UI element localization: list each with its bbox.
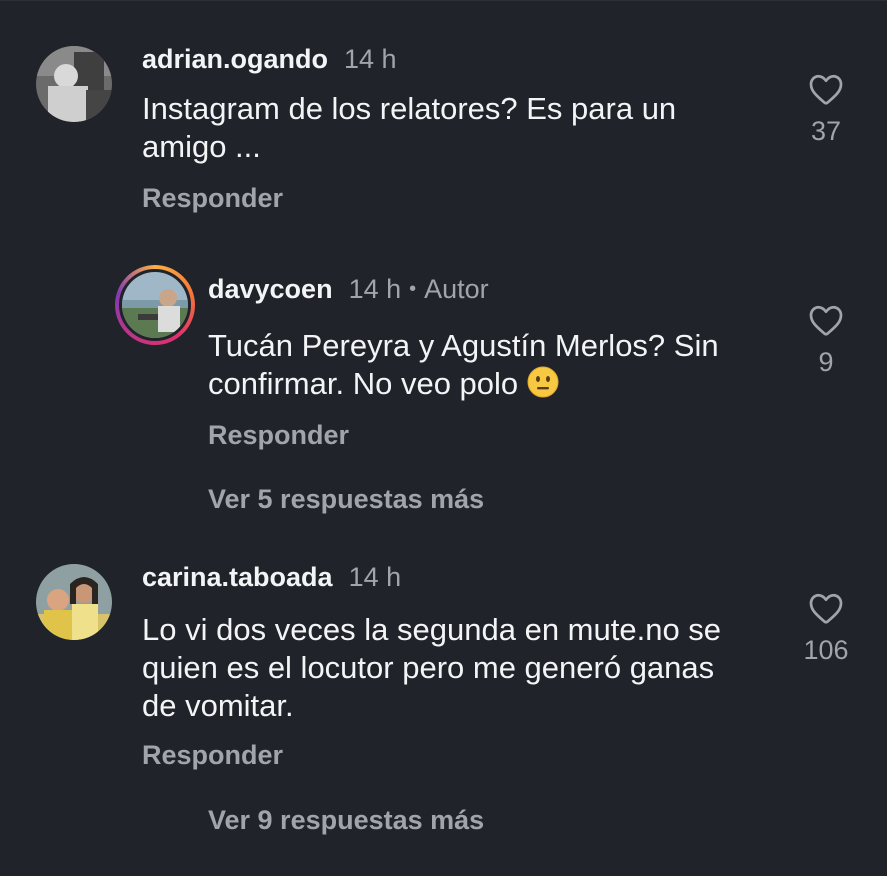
like-button[interactable]: 37	[786, 72, 866, 147]
avatar-story-ring[interactable]	[115, 265, 195, 345]
timestamp: 14 h	[344, 44, 397, 74]
separator-dot: •	[409, 278, 417, 300]
username[interactable]: carina.taboada	[142, 562, 333, 592]
like-button[interactable]: 9	[786, 303, 866, 378]
comment-text-line: confirmar. No veo polo	[208, 366, 519, 401]
like-count: 9	[818, 347, 834, 377]
view-more-replies-button[interactable]: Ver 9 respuestas más	[208, 805, 484, 836]
top-divider	[0, 0, 887, 1]
author-badge: Autor	[424, 274, 489, 304]
heart-outline-icon[interactable]	[808, 591, 844, 625]
reply-button[interactable]: Responder	[142, 740, 283, 771]
comment-text-line: Tucán Pereyra y Agustín Merlos? Sin	[208, 328, 719, 363]
comment-text-line-with-emoji: confirmar. No veo polo	[208, 365, 719, 403]
comment-header: carina.taboada 14 h	[142, 562, 401, 593]
neutral-face-emoji-icon	[527, 366, 559, 398]
comment-text-line: de vomitar.	[142, 688, 294, 723]
username[interactable]: adrian.ogando	[142, 44, 328, 74]
avatar[interactable]	[36, 564, 112, 640]
timestamp: 14 h	[348, 274, 402, 304]
view-more-replies-button[interactable]: Ver 5 respuestas más	[208, 484, 484, 515]
heart-outline-icon[interactable]	[808, 72, 844, 106]
comment-text: Instagram de los relatores? Es para un a…	[142, 90, 676, 166]
avatar[interactable]	[36, 46, 112, 122]
comment-text: Lo vi dos veces la segunda en mute.no se…	[142, 611, 721, 725]
like-button[interactable]: 106	[786, 591, 866, 666]
heart-outline-icon[interactable]	[808, 303, 844, 337]
comment-text-line: Instagram de los relatores? Es para un	[142, 91, 677, 126]
avatar	[119, 269, 191, 341]
comment-text: Tucán Pereyra y Agustín Merlos? Sin conf…	[208, 327, 719, 403]
reply-button[interactable]: Responder	[142, 183, 283, 214]
comment-header: davycoen 14 h • Autor	[208, 274, 489, 305]
comment-text-line: quien es el locutor pero me generó ganas	[142, 650, 715, 685]
comment-header: adrian.ogando 14 h	[142, 44, 397, 75]
timestamp: 14 h	[348, 562, 402, 592]
comment-text-line: amigo ...	[142, 129, 261, 164]
username[interactable]: davycoen	[208, 274, 333, 304]
reply-button[interactable]: Responder	[208, 420, 349, 451]
like-count: 37	[810, 116, 842, 146]
comment-text-line: Lo vi dos veces la segunda en mute.no se	[142, 612, 722, 647]
like-count: 106	[803, 635, 849, 665]
